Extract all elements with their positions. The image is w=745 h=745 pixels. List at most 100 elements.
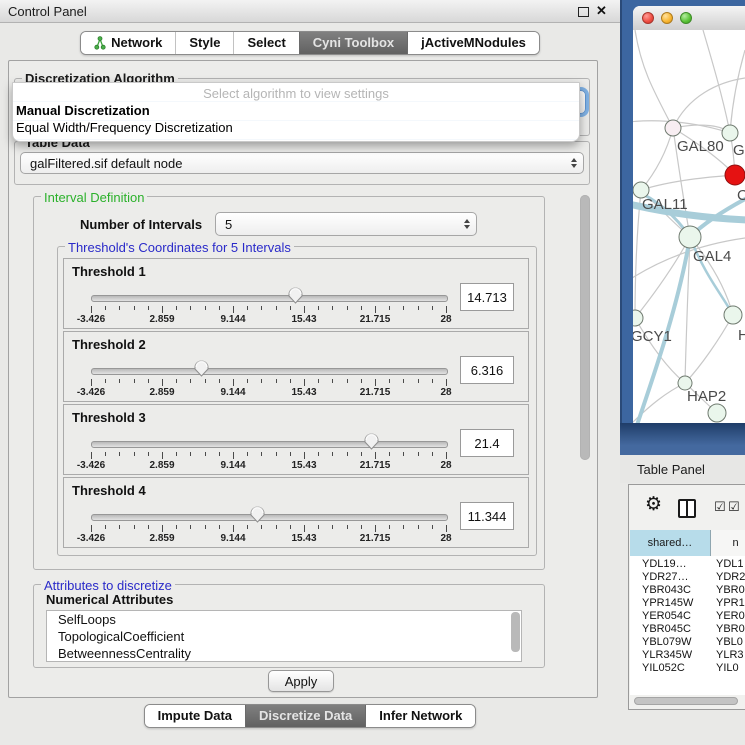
slider-tick xyxy=(261,306,262,310)
slider-tick-label: -3.426 xyxy=(77,314,105,325)
attribute-list-item[interactable]: SelfLoops xyxy=(47,611,521,628)
slider-tick xyxy=(162,379,163,386)
tab-impute-data[interactable]: Impute Data xyxy=(145,705,245,727)
threshold-slider-track[interactable] xyxy=(91,441,448,448)
network-window-titlebar xyxy=(633,6,745,31)
network-node-label: GCY1 xyxy=(633,328,672,345)
table-row[interactable]: YIL052CYIL0 xyxy=(630,662,745,675)
threshold-slider-thumb[interactable] xyxy=(363,432,380,450)
gear-icon[interactable]: ⚙ xyxy=(645,495,662,514)
table-data-combo[interactable]: galFiltered.sif default node xyxy=(20,152,584,174)
slider-tick xyxy=(403,525,404,529)
attributes-list-scrollbar[interactable] xyxy=(511,612,520,652)
table-row[interactable]: YPR145WYPR1 xyxy=(630,597,745,610)
tab-network[interactable]: Network xyxy=(81,32,175,54)
table-header-shared[interactable]: shared… xyxy=(630,530,711,556)
threshold-slider-track[interactable] xyxy=(91,368,448,375)
slider-tick xyxy=(432,525,433,529)
slider-tick xyxy=(233,379,234,386)
network-node[interactable] xyxy=(679,226,701,248)
table-row[interactable]: YDR27…YDR2 xyxy=(630,571,745,584)
checkbox-icon[interactable]: ☑ xyxy=(714,501,726,514)
top-tab-group: NetworkStyleSelectCyni Toolbox jActiveMNo… xyxy=(80,31,540,55)
table-cell-shared: YLR345W xyxy=(630,649,710,662)
num-intervals-combo[interactable]: 5 xyxy=(215,212,477,236)
apply-button[interactable]: Apply xyxy=(268,670,334,692)
slider-tick-label: 21.715 xyxy=(360,460,391,471)
close-icon[interactable]: ✕ xyxy=(596,3,607,19)
tab-style[interactable]: Style xyxy=(175,32,233,54)
slider-tick xyxy=(162,452,163,459)
threshold-slider-thumb[interactable] xyxy=(287,286,304,304)
slider-tick xyxy=(446,525,447,532)
tab-cyni-toolbox[interactable]: Cyni Toolbox xyxy=(299,32,407,54)
attribute-list-item[interactable]: TopologicalCoefficient xyxy=(47,628,521,645)
slider-tick xyxy=(432,306,433,310)
table-row[interactable]: YBR045CYBR0 xyxy=(630,623,745,636)
content-vertical-scrollbar[interactable] xyxy=(580,195,590,460)
threshold-slider-track[interactable] xyxy=(91,295,448,302)
table-header-name[interactable]: n xyxy=(711,530,745,556)
network-node[interactable] xyxy=(633,310,643,326)
table-cell-name: YBR0 xyxy=(710,584,745,597)
network-node-label: GAL80 xyxy=(677,138,724,155)
threshold-value-field[interactable]: 11.344 xyxy=(460,502,514,530)
slider-tick xyxy=(91,379,92,386)
minimize-traffic-light-icon[interactable] xyxy=(661,12,673,24)
slider-tick xyxy=(290,306,291,310)
threshold-panel-3: Threshold 3-3.4262.8599.14415.4321.71528… xyxy=(63,404,529,475)
slider-tick-label: 2.859 xyxy=(149,314,174,325)
network-edge[interactable] xyxy=(641,175,735,190)
checkbox-icon[interactable]: ☑ xyxy=(728,501,740,514)
network-node[interactable] xyxy=(708,404,726,422)
network-node[interactable] xyxy=(665,120,681,136)
slider-tick xyxy=(233,452,234,459)
threshold-slider-track[interactable] xyxy=(91,514,448,521)
slider-tick xyxy=(148,306,149,310)
network-edge[interactable] xyxy=(673,125,730,133)
zoom-traffic-light-icon[interactable] xyxy=(680,12,692,24)
float-icon[interactable] xyxy=(578,7,589,17)
tab-discretize-data[interactable]: Discretize Data xyxy=(245,705,365,727)
tab-jactivemnodules[interactable]: jActiveMNodules xyxy=(407,32,539,54)
threshold-value-field[interactable]: 21.4 xyxy=(460,429,514,457)
network-edge[interactable] xyxy=(641,128,673,190)
attributes-list[interactable]: SelfLoopsTopologicalCoefficientBetweenne… xyxy=(46,610,522,662)
network-node[interactable] xyxy=(722,125,738,141)
threshold-value-field[interactable]: 14.713 xyxy=(460,283,514,311)
attribute-list-item[interactable]: BetweennessCentrality xyxy=(47,645,521,662)
slider-tick xyxy=(233,525,234,532)
network-edge[interactable] xyxy=(730,50,745,133)
slider-tick xyxy=(219,452,220,456)
network-edge[interactable] xyxy=(703,30,730,133)
network-node-label: C xyxy=(737,187,745,204)
tab-select[interactable]: Select xyxy=(233,32,298,54)
slider-tick xyxy=(389,525,390,529)
table-row[interactable]: YDL19…YDL1 xyxy=(630,558,745,571)
split-columns-icon[interactable] xyxy=(678,499,696,518)
slider-tick-label: 9.144 xyxy=(220,460,245,471)
network-edge[interactable] xyxy=(635,30,673,128)
table-row[interactable]: YLR345WYLR3 xyxy=(630,649,745,662)
threshold-value-field[interactable]: 6.316 xyxy=(460,356,514,384)
threshold-list: Threshold 1-3.4262.8599.14415.4321.71528… xyxy=(63,258,533,550)
tab-infer-network[interactable]: Infer Network xyxy=(365,705,475,727)
slider-tick xyxy=(418,306,419,310)
threshold-slider-thumb[interactable] xyxy=(249,505,266,523)
network-edge[interactable] xyxy=(685,315,733,383)
network-canvas[interactable]: GAL80GCGAL11GAL4GCY1HHAP2 xyxy=(633,30,745,423)
threshold-slider-thumb[interactable] xyxy=(193,359,210,377)
slider-tick xyxy=(361,452,362,456)
algorithm-option-equal-width[interactable]: Equal Width/Frequency Discretization xyxy=(16,120,233,135)
network-node[interactable] xyxy=(724,306,742,324)
close-traffic-light-icon[interactable] xyxy=(642,12,654,24)
tab-label: jActiveMNodules xyxy=(421,32,526,54)
table-row[interactable]: YBR043CYBR0 xyxy=(630,584,745,597)
network-edge[interactable] xyxy=(673,78,745,128)
table-row[interactable]: YER054CYER0 xyxy=(630,610,745,623)
table-data-combo-value: galFiltered.sif default node xyxy=(30,156,182,171)
table-horizontal-scrollbar[interactable] xyxy=(634,697,738,705)
network-node[interactable] xyxy=(725,165,745,185)
algorithm-option-manual[interactable]: Manual Discretization xyxy=(16,103,150,118)
table-row[interactable]: YBL079WYBL0 xyxy=(630,636,745,649)
